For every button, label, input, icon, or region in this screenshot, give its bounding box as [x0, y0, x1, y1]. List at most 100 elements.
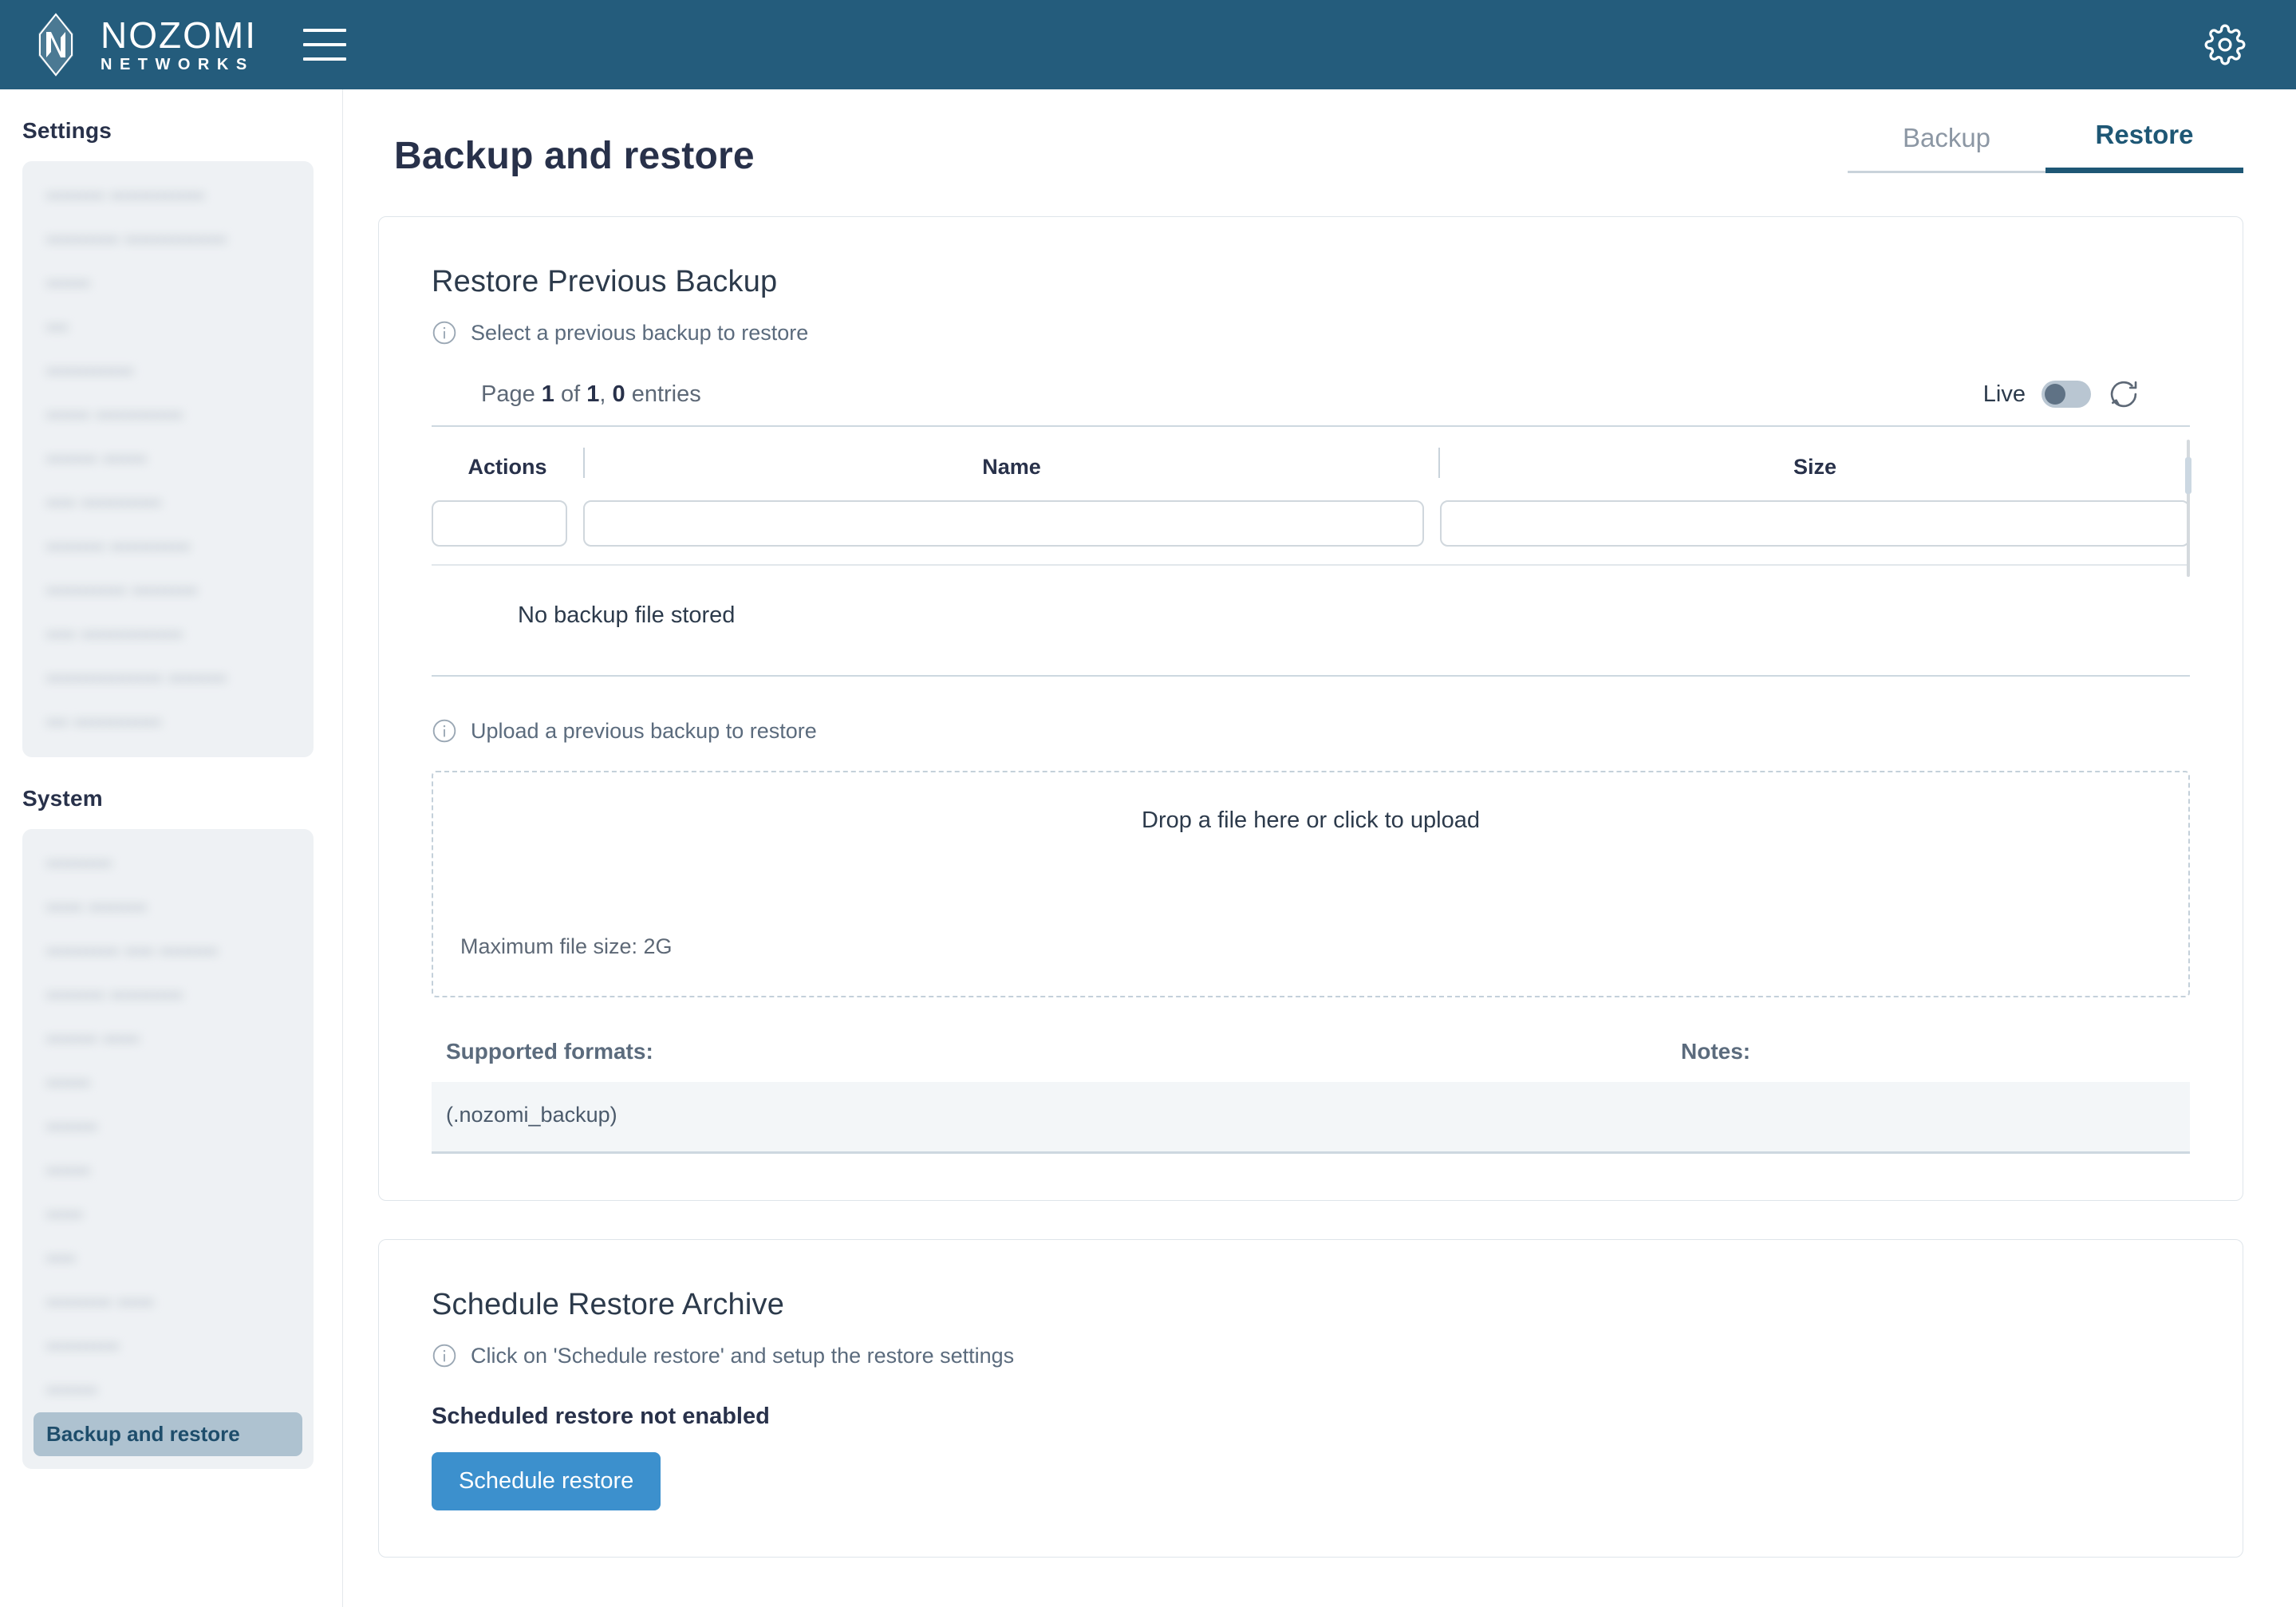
live-label: Live [1982, 381, 2026, 407]
filter-input-name[interactable] [583, 500, 1424, 547]
page-header: Backup and restore Backup Restore [378, 112, 2243, 178]
nozomi-logo-icon [29, 13, 83, 77]
info-circle-icon [432, 1343, 457, 1368]
pagination-info: Page 1 of 1, 0 entries [481, 381, 701, 408]
brand-name: NOZOMI [101, 14, 257, 56]
page-title: Backup and restore [394, 135, 755, 177]
formats-column-header: Supported formats: [446, 1039, 653, 1064]
table-toolbar: Page 1 of 1, 0 entries Live [432, 377, 2190, 427]
sidebar-item-redacted[interactable]: •••••••••• •••••••••••••• [34, 218, 302, 262]
pager-entries-suffix: entries [625, 381, 701, 407]
tab-backup[interactable]: Backup [1848, 115, 2045, 173]
section-divider [432, 675, 2190, 677]
sidebar-item-redacted[interactable]: •••••••• ••••••••••••• [34, 174, 302, 218]
schedule-restore-button[interactable]: Schedule restore [432, 1452, 661, 1510]
file-dropzone[interactable]: Drop a file here or click to upload Maxi… [432, 771, 2190, 997]
sidebar-item-redacted[interactable]: ••••••• [34, 1105, 302, 1149]
pager-prefix: Page [481, 381, 542, 407]
table-header-row: Actions Name Size [432, 427, 2190, 489]
table-vertical-scrollbar[interactable] [2185, 440, 2191, 577]
restore-card-title: Restore Previous Backup [432, 265, 778, 298]
sidebar-item-redacted[interactable]: •••••• [34, 1061, 302, 1105]
schedule-status: Scheduled restore not enabled [432, 1404, 770, 1429]
table-scrollbar-thumb[interactable] [2185, 457, 2191, 494]
formats-header-row: Supported formats: Notes: [432, 1039, 2190, 1082]
dropzone-max-size: Maximum file size: 2G [460, 934, 673, 958]
gear-icon[interactable] [2200, 20, 2250, 69]
backups-table: Page 1 of 1, 0 entries Live Actions Name… [432, 377, 2191, 677]
schedule-card-title: Schedule Restore Archive [432, 1288, 785, 1321]
sidebar-item-redacted[interactable]: •••••• [34, 1149, 302, 1193]
sidebar: Settings •••••••• ••••••••••••• •••••••••… [0, 89, 343, 1607]
sidebar-item-redacted[interactable]: ••• [34, 306, 302, 349]
pager-current-page: 1 [541, 381, 554, 407]
sidebar-item-redacted[interactable]: •••••• [34, 262, 302, 306]
sidebar-item-redacted[interactable]: •••••••••••••••• •••••••• [34, 657, 302, 701]
tab-restore[interactable]: Restore [2045, 112, 2243, 173]
sidebar-item-redacted[interactable]: ••••• [34, 1193, 302, 1237]
live-toggle[interactable] [2042, 381, 2091, 408]
column-header-name[interactable]: Name [585, 455, 1438, 489]
sidebar-item-redacted[interactable]: •••••••••••• [34, 349, 302, 393]
pager-sep: , [599, 381, 613, 407]
select-backup-hint: Select a previous backup to restore [432, 320, 2190, 345]
upload-backup-hint: Upload a previous backup to restore [432, 718, 2190, 744]
column-header-size[interactable]: Size [1440, 455, 2190, 489]
sidebar-item-redacted[interactable]: ••••••• [34, 1368, 302, 1412]
schedule-restore-archive-card: Schedule Restore Archive Click on 'Sched… [378, 1239, 2243, 1558]
sidebar-group-settings: Settings •••••••• ••••••••••••• •••••••••… [22, 118, 314, 757]
hamburger-menu-icon[interactable] [302, 29, 346, 61]
refresh-icon[interactable] [2107, 377, 2140, 411]
sidebar-item-redacted[interactable]: •••• [34, 1237, 302, 1281]
filter-input-size[interactable] [1440, 500, 2190, 547]
tab-bar: Backup Restore [1848, 112, 2243, 173]
app-header: NOZOMI NETWORKS [0, 0, 2296, 89]
sidebar-group-system: System ••••••••• ••••• •••••••• ••••••••••… [22, 786, 314, 1469]
sidebar-item-redacted[interactable]: ••••••• •••••• [34, 437, 302, 481]
filter-input-actions[interactable] [432, 500, 567, 547]
schedule-hint-text: Click on 'Schedule restore' and setup th… [471, 1343, 1015, 1368]
sidebar-item-redacted[interactable]: •••• ••••••••••• [34, 481, 302, 525]
table-filter-row [432, 489, 2190, 564]
supported-formats-table: Supported formats: Notes: (.nozomi_backu… [432, 1039, 2190, 1154]
pager-mid: of [554, 381, 587, 407]
restore-previous-backup-card: Restore Previous Backup Select a previou… [378, 216, 2243, 1201]
sidebar-item-redacted[interactable]: ••••••••••• ••••••••• [34, 569, 302, 613]
sidebar-item-redacted[interactable]: •••••••••• [34, 1325, 302, 1368]
notes-value [1681, 1103, 2176, 1127]
sidebar-item-redacted[interactable]: •••••••••• •••• •••••••• [34, 930, 302, 973]
sidebar-heading-system: System [22, 786, 103, 811]
sidebar-item-redacted[interactable]: ••• •••••••••••• [34, 701, 302, 744]
live-controls: Live [1983, 377, 2187, 411]
sidebar-list-settings: •••••••• ••••••••••••• •••••••••• •••••••… [22, 161, 314, 757]
info-circle-icon [432, 320, 457, 345]
sidebar-item-redacted[interactable]: •••• •••••••••••••• [34, 613, 302, 657]
sidebar-item-redacted[interactable]: •••••••• ••••••••••• [34, 525, 302, 569]
table-body: No backup file stored [432, 564, 2190, 670]
select-backup-hint-text: Select a previous backup to restore [471, 320, 809, 345]
column-header-actions[interactable]: Actions [432, 455, 583, 489]
dropzone-label: Drop a file here or click to upload [1142, 807, 1480, 833]
sidebar-heading-settings: Settings [22, 118, 112, 143]
schedule-hint: Click on 'Schedule restore' and setup th… [432, 1343, 2190, 1368]
sidebar-item-redacted[interactable]: ••••••••• [34, 842, 302, 886]
sidebar-item-redacted[interactable]: ••••• •••••••• [34, 886, 302, 930]
sidebar-item-redacted[interactable]: •••••••• •••••••••• [34, 973, 302, 1017]
sidebar-item-redacted[interactable]: •••••• •••••••••••• [34, 393, 302, 437]
live-toggle-knob [2045, 384, 2065, 405]
table-empty-message: No backup file stored [518, 602, 736, 628]
sidebar-list-system: ••••••••• ••••• •••••••• •••••••••• •••• •… [22, 829, 314, 1469]
sidebar-item-redacted[interactable]: ••••••• ••••• [34, 1017, 302, 1061]
sidebar-item-redacted[interactable]: ••••••••• ••••• [34, 1281, 302, 1325]
pager-total-pages: 1 [586, 381, 600, 407]
info-circle-icon [432, 718, 457, 744]
notes-column-header: Notes: [1681, 1039, 1751, 1064]
main-content: Backup and restore Backup Restore Restor… [343, 89, 2296, 1607]
pager-entry-count: 0 [612, 381, 625, 407]
formats-body-row: (.nozomi_backup) [432, 1082, 2190, 1154]
formats-value: (.nozomi_backup) [446, 1103, 617, 1127]
brand-logo[interactable]: NOZOMI NETWORKS [29, 13, 257, 77]
upload-backup-hint-text: Upload a previous backup to restore [471, 718, 817, 743]
sidebar-item-backup-and-restore[interactable]: Backup and restore [34, 1412, 302, 1456]
brand-subtitle: NETWORKS [101, 56, 254, 73]
